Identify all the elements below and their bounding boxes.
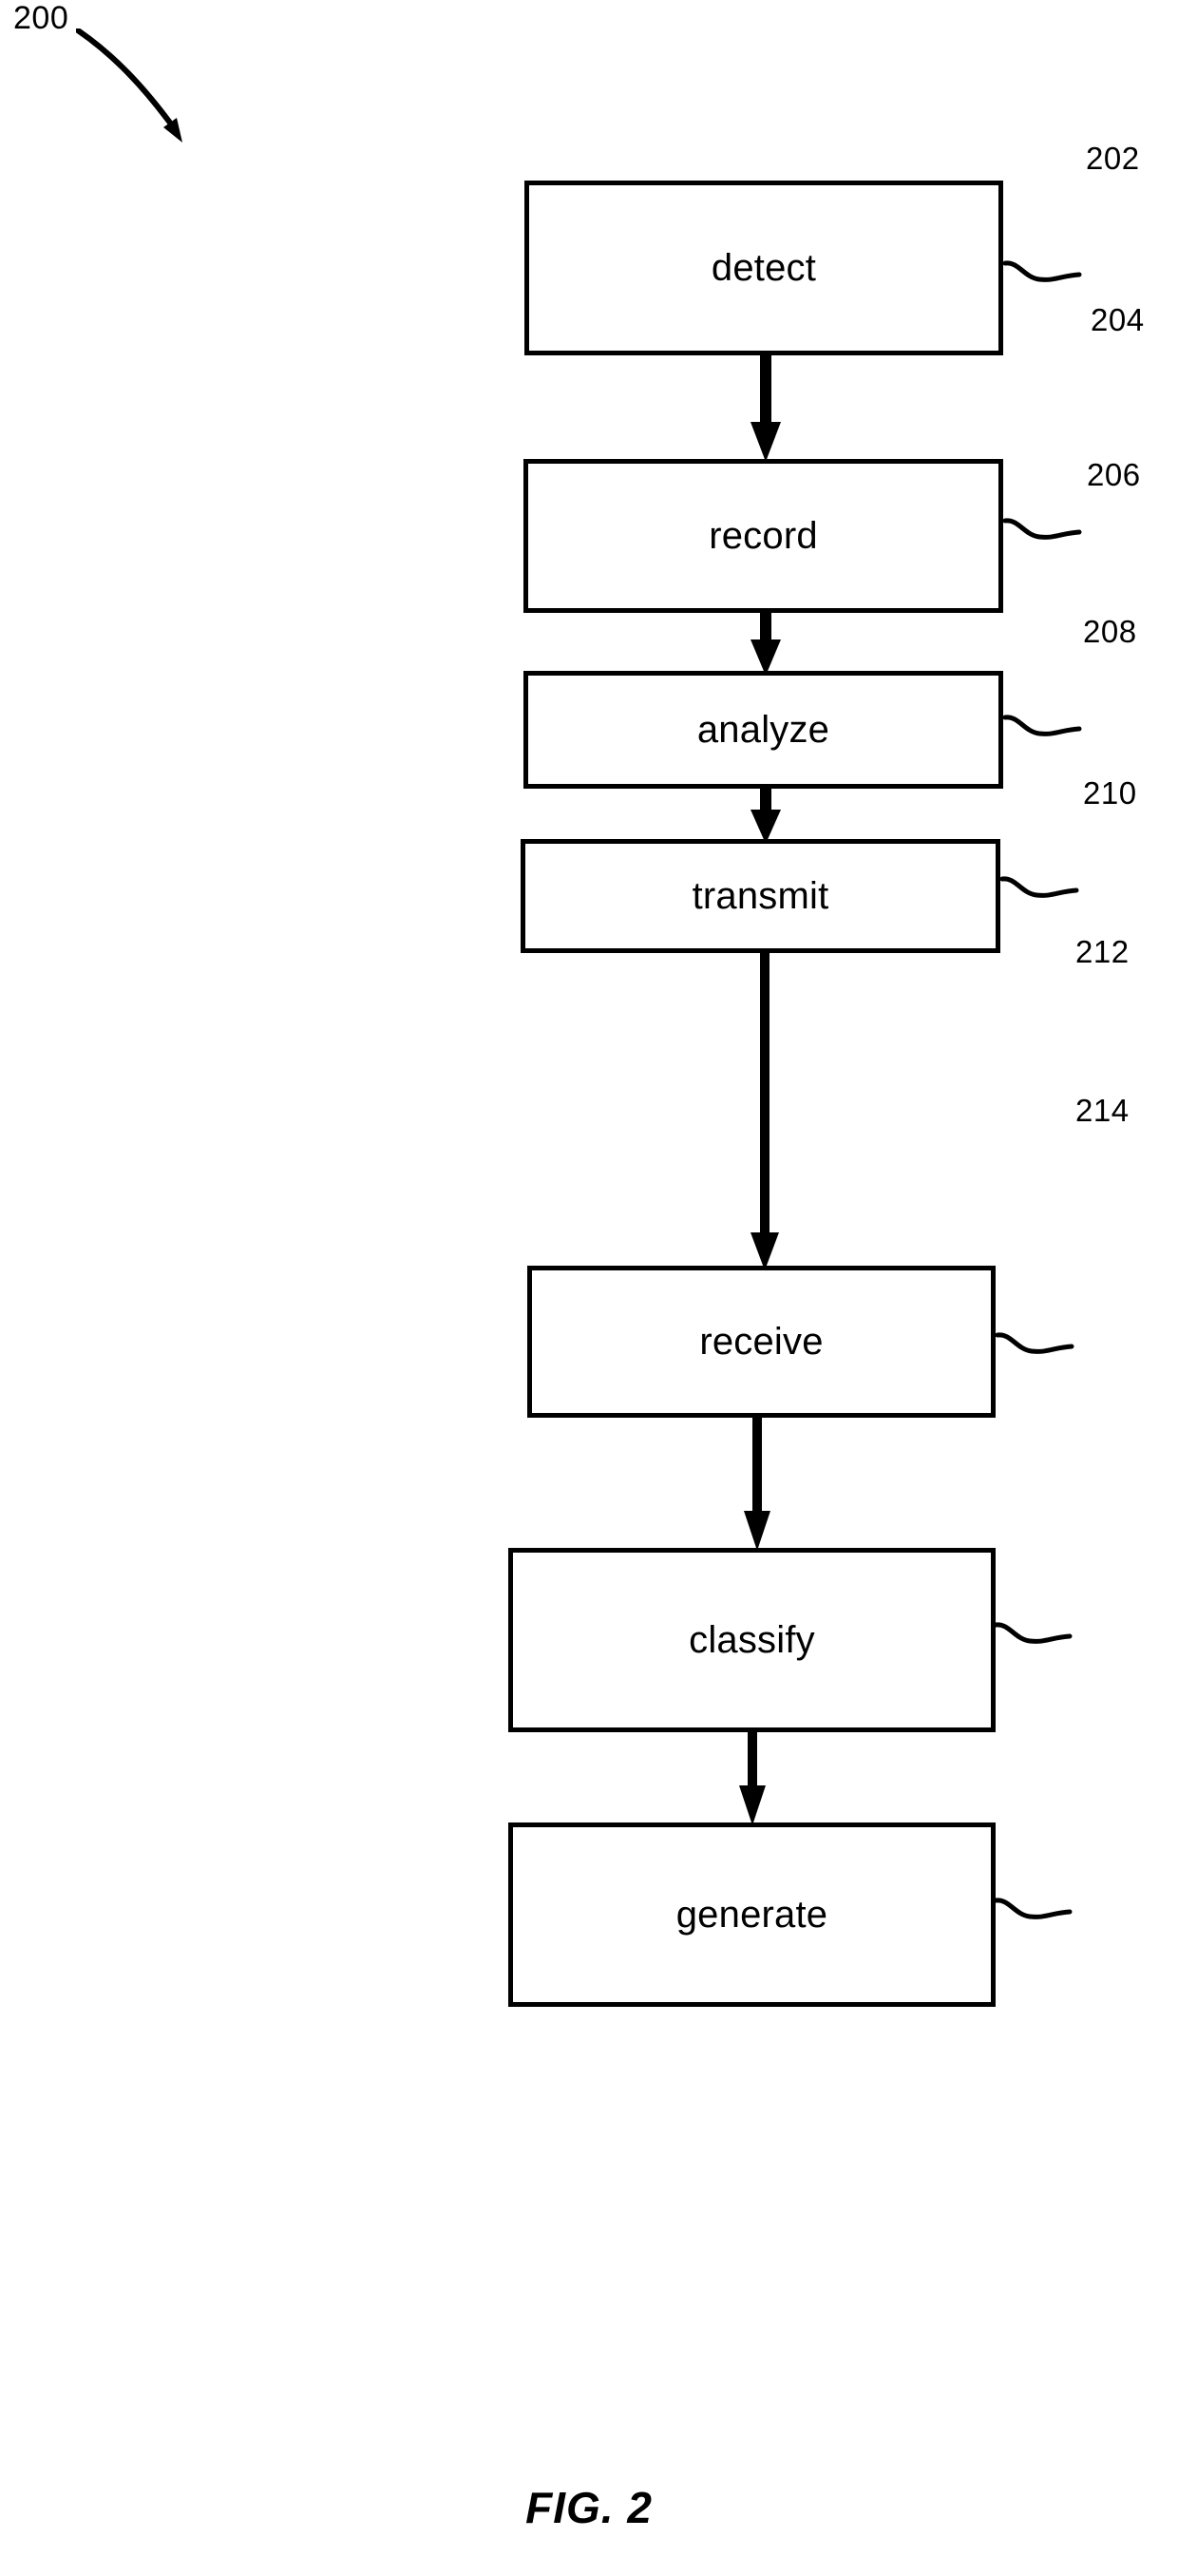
flow-arrow-detect-to-record-icon: [750, 355, 781, 462]
flow-arrow-record-to-analyze-icon: [750, 613, 781, 676]
process-box-generate[interactable]: generate: [508, 1822, 996, 2007]
flow-arrow-receive-to-classify-icon: [744, 1418, 770, 1551]
leader-line-200-icon: [76, 29, 182, 143]
reference-numeral-208: 208: [1083, 614, 1137, 649]
reference-numeral-204: 204: [1091, 302, 1145, 337]
leader-squiggle-204-icon: [1003, 518, 1082, 540]
leader-squiggle-214-icon: [994, 1898, 1073, 1919]
process-box-transmit[interactable]: transmit: [521, 839, 1000, 953]
figure-page: 200 detect 202 record 204 analyze 206 tr: [0, 0, 1178, 2576]
process-box-analyze[interactable]: analyze: [523, 671, 1003, 789]
flow-arrow-transmit-to-receive-icon: [750, 953, 779, 1270]
flow-arrow-analyze-to-transmit-icon: [750, 789, 781, 844]
leader-squiggle-212-icon: [994, 1622, 1073, 1644]
process-label-classify: classify: [689, 1619, 815, 1661]
process-label-transmit: transmit: [692, 875, 829, 917]
leader-squiggle-206-icon: [1003, 715, 1082, 736]
process-box-classify[interactable]: classify: [508, 1548, 996, 1732]
process-label-analyze: analyze: [696, 709, 830, 751]
reference-numeral-202: 202: [1086, 141, 1140, 176]
process-box-receive[interactable]: receive: [527, 1266, 996, 1418]
process-box-record[interactable]: record: [523, 459, 1003, 613]
process-box-detect[interactable]: detect: [524, 181, 1003, 355]
leader-squiggle-202-icon: [1003, 260, 1082, 282]
process-label-record: record: [709, 515, 818, 557]
reference-numeral-206: 206: [1087, 457, 1141, 492]
reference-numeral-212: 212: [1075, 934, 1130, 969]
figure-caption: FIG. 2: [525, 2483, 653, 2532]
leader-squiggle-208-icon: [1000, 876, 1079, 898]
process-label-detect: detect: [711, 247, 817, 289]
process-label-generate: generate: [675, 1894, 828, 1936]
figure-reference-numeral-200: 200: [13, 0, 69, 36]
reference-numeral-210: 210: [1083, 775, 1137, 811]
reference-numeral-214: 214: [1075, 1093, 1130, 1128]
flow-arrow-classify-to-generate-icon: [739, 1732, 766, 1825]
leader-squiggle-210-icon: [996, 1332, 1074, 1354]
process-label-receive: receive: [699, 1321, 824, 1363]
